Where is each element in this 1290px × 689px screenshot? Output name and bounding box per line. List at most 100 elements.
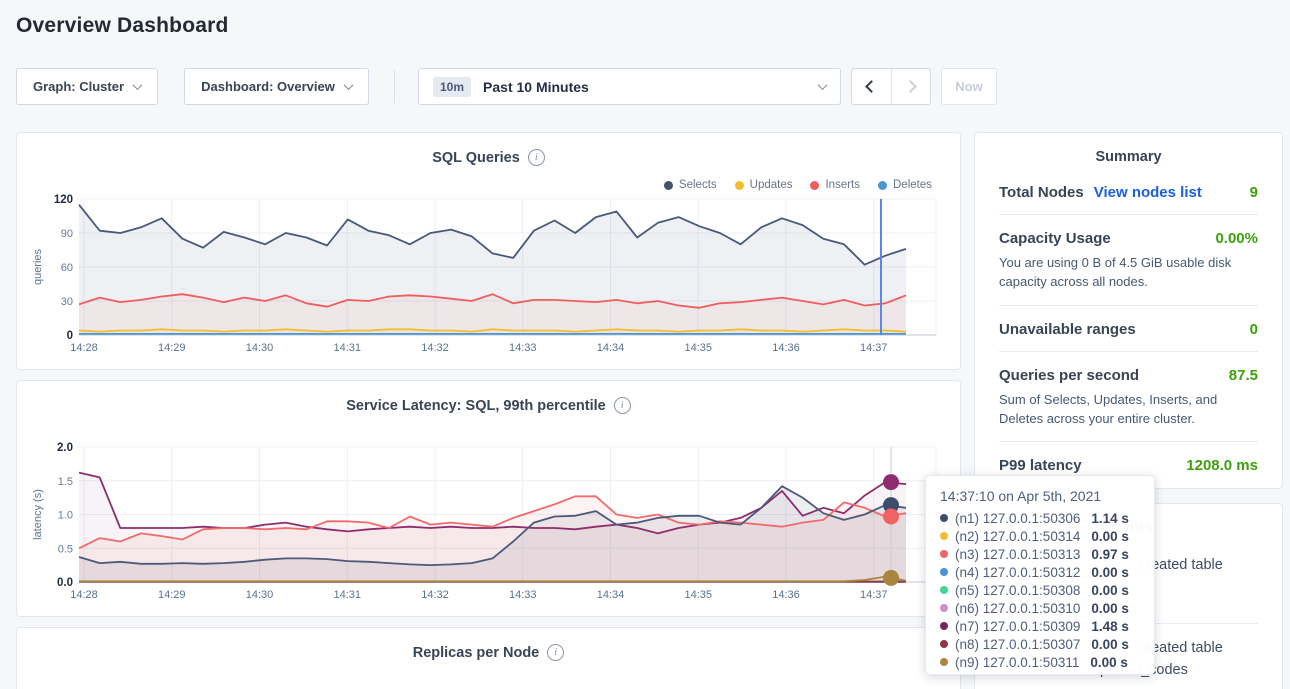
tooltip-node-label: (n8) 127.0.0.1:50307 [955, 637, 1080, 652]
y-axis-label: latency (s) [32, 489, 44, 540]
y-tick-label: 0.0 [57, 577, 73, 589]
time-range-badge: 10m [433, 77, 471, 97]
time-prev-button[interactable] [852, 69, 891, 104]
unavailable-ranges-label: Unavailable ranges [999, 321, 1136, 338]
queries-per-second-value: 87.5 [1229, 367, 1258, 384]
time-now-button[interactable]: Now [941, 68, 997, 105]
tooltip-row: (n5) 127.0.0.1:50308 0.00 s [940, 581, 1140, 599]
x-tick-label: 14:30 [246, 589, 274, 601]
replicas-per-node-panel: Replicas per Node i [16, 627, 961, 689]
service-latency-panel: Service Latency: SQL, 99th percentile i … [16, 380, 961, 617]
y-tick-label: 30 [61, 296, 73, 308]
tooltip-row: (n3) 127.0.0.1:503130.97 s [940, 545, 1140, 563]
sql-queries-chart[interactable]: 030609012014:2814:2914:3014:3114:3214:33… [17, 133, 960, 369]
x-tick-label: 14:29 [158, 342, 186, 354]
capacity-usage-value: 0.00% [1215, 230, 1258, 247]
tooltip-node-label: (n9) 127.0.0.1:50311 [955, 655, 1079, 670]
chevron-down-icon [343, 80, 353, 90]
y-tick-label: 1.5 [58, 476, 73, 488]
tooltip-node-label: (n3) 127.0.0.1:50313 [955, 547, 1080, 562]
tooltip-node-value: 0.00 s [1091, 529, 1129, 544]
tooltip-node-label: (n4) 127.0.0.1:50312 [955, 565, 1080, 580]
total-nodes-label: Total Nodes [999, 184, 1084, 201]
node-color-dot [940, 586, 948, 594]
dashboard-dropdown[interactable]: Dashboard: Overview [184, 68, 369, 105]
time-range-picker[interactable]: 10m Past 10 Minutes [418, 68, 841, 105]
y-tick-label: 0.5 [58, 543, 73, 555]
view-nodes-list-link[interactable]: View nodes list [1094, 184, 1202, 201]
total-nodes-row: Total Nodes View nodes list 9 [999, 169, 1258, 214]
service-latency-chart[interactable]: 0.0 0.5 1.0 1.5 2.0 14:28 14:29 14:30 14:31 14:32… [17, 381, 960, 616]
graph-dropdown-label: Graph: Cluster [33, 79, 124, 94]
p99-latency-value: 1208.0 ms [1186, 457, 1258, 474]
x-tick-label: 14:30 [246, 342, 274, 354]
chart-hover-tooltip: 14:37:10 on Apr 5th, 2021 (n1) 127.0.0.1… [925, 475, 1155, 675]
node-color-dot [940, 658, 948, 666]
queries-per-second-label: Queries per second [999, 367, 1139, 384]
crosshair-dot [883, 474, 899, 490]
tooltip-node-value: 0.00 s [1090, 655, 1128, 670]
time-next-button[interactable] [891, 69, 930, 104]
node-color-dot [940, 622, 948, 630]
node-color-dot [940, 514, 948, 522]
summary-panel: Summary Total Nodes View nodes list 9 Ca… [974, 132, 1283, 489]
summary-title: Summary [975, 133, 1282, 169]
tooltip-node-label: (n7) 127.0.0.1:50309 [955, 619, 1080, 634]
node-color-dot [940, 568, 948, 576]
y-tick-label: 0 [67, 330, 73, 342]
y-axis-label: queries [32, 248, 44, 285]
tooltip-row: (n6) 127.0.0.1:503100.00 s [940, 599, 1140, 617]
crosshair-dot [883, 509, 899, 525]
y-tick-label: 1.0 [58, 510, 73, 522]
tooltip-row: (n7) 127.0.0.1:50309 1.48 s [940, 617, 1140, 635]
overview-dashboard-page: Overview Dashboard Graph: Cluster Dashbo… [0, 0, 1290, 689]
crosshair-dot [883, 570, 899, 586]
x-tick-label: 14:31 [333, 342, 361, 354]
x-tick-label: 14:33 [509, 589, 537, 601]
chevron-down-icon [133, 80, 143, 90]
y-tick-label: 60 [61, 262, 73, 274]
tooltip-row: (n1) 127.0.0.1:503061.14 s [940, 509, 1140, 527]
tooltip-node-value: 0.00 s [1091, 583, 1129, 598]
capacity-usage-description: You are using 0 B of 4.5 GiB usable disk… [999, 254, 1258, 305]
replicas-per-node-title: Replicas per Node [413, 645, 540, 661]
x-tick-label: 14:34 [597, 589, 625, 601]
tooltip-node-label: (n5) 127.0.0.1:50308 [955, 583, 1080, 598]
tooltip-node-value: 1.48 s [1091, 619, 1129, 634]
total-nodes-value: 9 [1250, 184, 1258, 201]
x-tick-label: 14:36 [772, 589, 800, 601]
x-tick-label: 14:35 [684, 342, 712, 354]
tooltip-row: (n4) 127.0.0.1:50312 0.00 s [940, 563, 1140, 581]
tooltip-node-value: 0.00 s [1091, 565, 1129, 580]
x-tick-label: 14:31 [333, 589, 361, 601]
p99-latency-label: P99 latency [999, 457, 1082, 474]
node-color-dot [940, 532, 948, 540]
x-tick-label: 14:37 [860, 342, 888, 354]
y-tick-label: 120 [54, 194, 73, 206]
x-tick-label: 14:32 [421, 342, 449, 354]
tooltip-node-label: (n2) 127.0.0.1:50314 [955, 529, 1080, 544]
x-tick-label: 14:32 [421, 589, 449, 601]
unavailable-ranges-value: 0 [1250, 321, 1258, 338]
sql-queries-panel: SQL Queries i SelectsUpdatesInsertsDelet… [16, 132, 961, 370]
x-tick-label: 14:28 [70, 342, 98, 354]
info-icon[interactable]: i [547, 644, 564, 661]
x-tick-label: 14:36 [772, 342, 800, 354]
time-nav-group [851, 68, 931, 105]
queries-per-second-description: Sum of Selects, Updates, Inserts, and De… [999, 391, 1258, 442]
x-tick-label: 14:29 [158, 589, 186, 601]
x-tick-label: 14:34 [597, 342, 625, 354]
y-tick-label: 2.0 [57, 442, 73, 454]
chevron-left-icon [865, 80, 878, 93]
node-color-dot [940, 550, 948, 558]
tooltip-timestamp: 14:37:10 on Apr 5th, 2021 [940, 488, 1140, 504]
graph-dropdown[interactable]: Graph: Cluster [16, 68, 158, 105]
tooltip-row: (n8) 127.0.0.1:503070.00 s [940, 635, 1140, 653]
chevron-down-icon [818, 80, 828, 90]
node-color-dot [940, 640, 948, 648]
x-tick-label: 14:35 [684, 589, 712, 601]
tooltip-node-label: (n1) 127.0.0.1:50306 [955, 511, 1080, 526]
unavailable-ranges-row: Unavailable ranges 0 [999, 305, 1258, 351]
dashboard-dropdown-label: Dashboard: Overview [201, 79, 335, 94]
x-tick-label: 14:28 [70, 589, 98, 601]
